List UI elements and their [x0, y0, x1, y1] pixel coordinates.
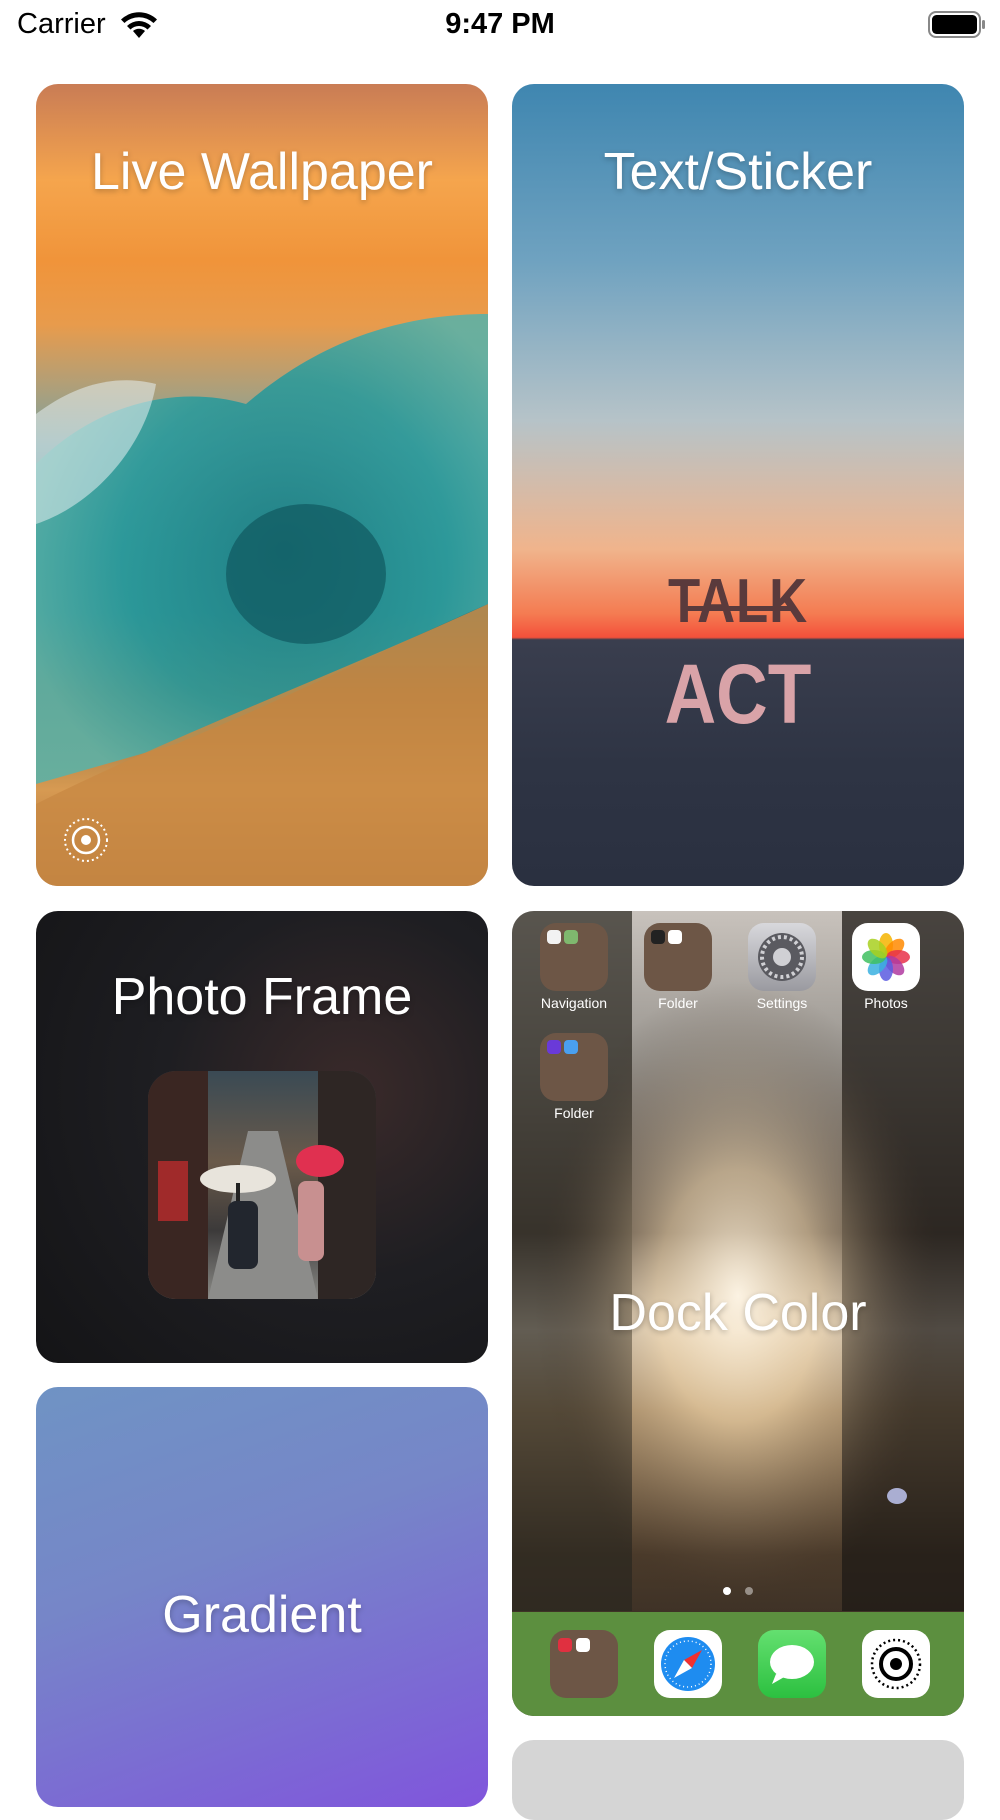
- text-sticker-title: Text/Sticker: [603, 143, 873, 201]
- app-label: Navigation: [540, 995, 608, 1011]
- app-label: Folder: [658, 995, 698, 1011]
- safari-icon[interactable]: [654, 1630, 722, 1698]
- strikethrough-line: [684, 606, 792, 611]
- folder-icon: [540, 1033, 608, 1101]
- street-photo-image: [148, 1071, 376, 1299]
- page-dot-active: [722, 1587, 731, 1595]
- messages-icon[interactable]: [758, 1630, 826, 1698]
- settings-icon: [748, 923, 816, 991]
- page-indicator[interactable]: [512, 1582, 964, 1600]
- folder-icon: [540, 923, 608, 991]
- status-bar: Carrier 9:47 PM: [0, 0, 1000, 52]
- app-label: Folder: [554, 1105, 594, 1121]
- live-photo-icon: [64, 818, 108, 862]
- forest-image: [512, 911, 964, 1611]
- app-label: Settings: [756, 995, 808, 1011]
- sticker-talk-text: TALK: [667, 567, 808, 636]
- folder-icon[interactable]: [550, 1630, 618, 1698]
- framed-photo: [148, 1071, 376, 1299]
- dock-bar: [512, 1612, 964, 1716]
- settings-app[interactable]: Settings: [730, 923, 834, 1011]
- next-card[interactable]: [512, 1740, 964, 1820]
- photos-icon: [852, 923, 920, 991]
- app-label: Photos: [864, 995, 908, 1011]
- folder-icon: [644, 923, 712, 991]
- navigation-folder[interactable]: Navigation: [522, 923, 626, 1011]
- live-photo-icon[interactable]: [862, 1630, 930, 1698]
- dock-color-title: Dock Color: [609, 1284, 867, 1342]
- folder-app[interactable]: Folder: [626, 923, 730, 1011]
- live-wallpaper-title: Live Wallpaper: [90, 143, 433, 201]
- text-sticker-card[interactable]: Text/Sticker TALK ACT: [512, 84, 964, 886]
- wave-image: [36, 314, 488, 886]
- sticker-act-text: ACT: [664, 647, 812, 741]
- photo-frame-card[interactable]: Photo Frame: [36, 911, 488, 1363]
- photo-frame-title: Photo Frame: [111, 968, 413, 1026]
- page-dot: [745, 1587, 754, 1595]
- dock-color-card[interactable]: Navigation Folder Settings Photos Folder…: [512, 911, 964, 1716]
- live-wallpaper-card[interactable]: Live Wallpaper: [36, 84, 488, 886]
- gradient-card[interactable]: Gradient: [36, 1387, 488, 1807]
- clock: 9:47 PM: [445, 8, 555, 40]
- battery-icon: [928, 11, 985, 38]
- folder-app-2[interactable]: Folder: [522, 1033, 626, 1121]
- photos-app[interactable]: Photos: [834, 923, 938, 1011]
- gradient-title: Gradient: [162, 1586, 362, 1644]
